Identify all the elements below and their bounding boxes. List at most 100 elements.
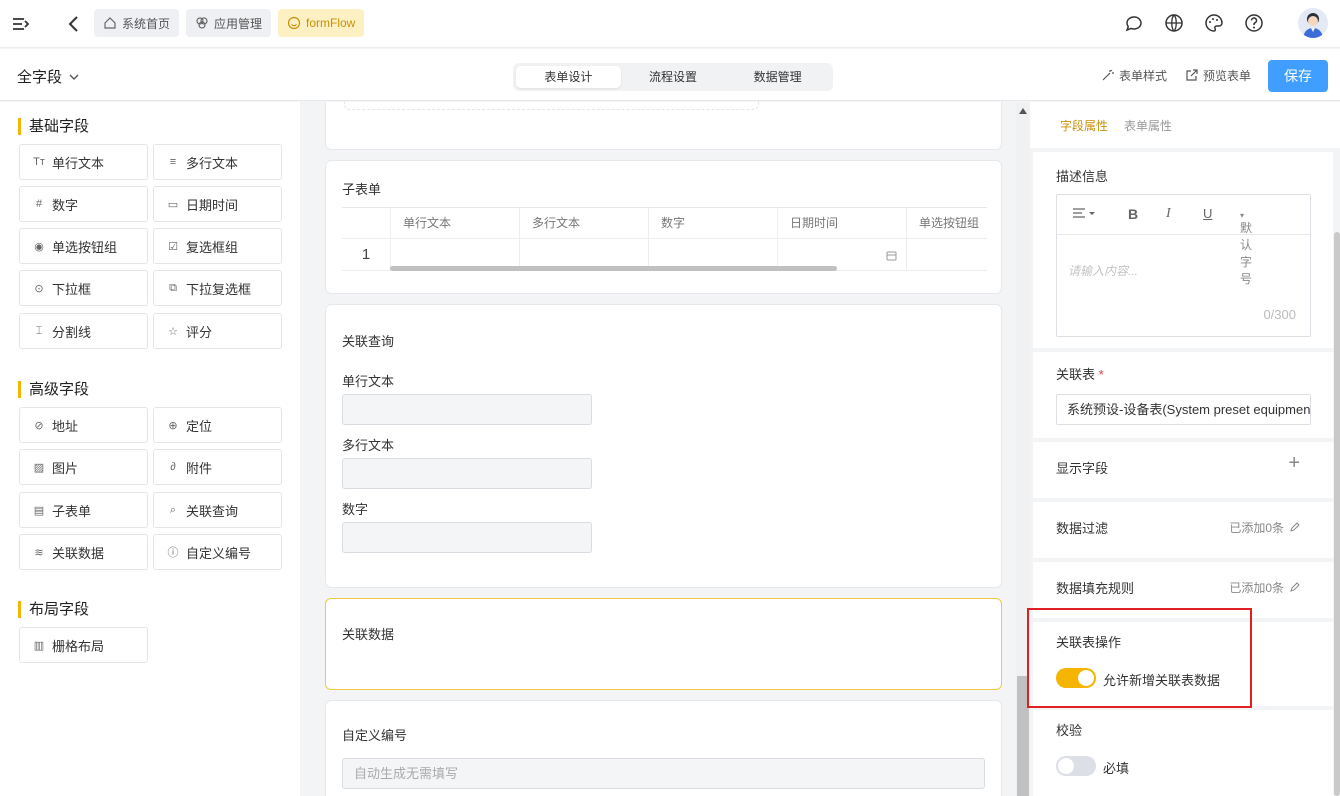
bold-icon[interactable]: B [1128, 206, 1138, 222]
nav-tab-apps-label: 应用管理 [214, 16, 263, 31]
required-toggle[interactable] [1056, 756, 1096, 776]
field-palette: 基础字段 Tт 单行文本 ≡ 多行文本 # 数字 ▭ 日期时间 ◉ 单选按钮组 ☑ 复选框组… [0, 102, 300, 796]
editor-placeholder[interactable]: 请输入内容... [1068, 262, 1138, 279]
align-icon[interactable] [1073, 207, 1095, 224]
nav-tab-apps[interactable]: 应用管理 [186, 9, 272, 37]
properties-scrollbar[interactable] [1334, 232, 1340, 796]
field-related-data[interactable]: ≋ 关联数据 [19, 534, 148, 570]
smile-icon [287, 16, 301, 30]
dropzone-placeholder [344, 102, 759, 110]
field-lookup[interactable]: ⌕ 关联查询 [153, 492, 282, 528]
field-multi-line-text[interactable]: ≡ 多行文本 [153, 144, 282, 180]
data-filter-section: 数据过滤 已添加0条 [1033, 502, 1333, 558]
lookup-field-input [342, 458, 592, 489]
table-cell[interactable] [906, 239, 987, 271]
table-header: 单行文本 [390, 208, 519, 239]
nav-tab-formflow-label: formFlow [306, 16, 356, 30]
field-divider[interactable]: ⌶ 分割线 [19, 313, 148, 349]
add-display-field-button[interactable]: + [1288, 452, 1300, 475]
lookup-card[interactable]: 关联查询 单行文本 多行文本 数字 [325, 304, 1002, 588]
field-multi-select[interactable]: ⧉ 下拉复选框 [153, 270, 282, 306]
lookup-field-label: 多行文本 [342, 438, 395, 453]
field-checkbox-group[interactable]: ☑ 复选框组 [153, 228, 282, 264]
nav-tab-home-label: 系统首页 [122, 16, 171, 31]
form-name-dropdown[interactable]: 全字段 [17, 66, 80, 87]
table-header: 多行文本 [519, 208, 648, 239]
field-label: 图片 [52, 460, 79, 476]
text-type-icon: Tт [33, 156, 45, 168]
tab-form-properties[interactable]: 表单属性 [1124, 117, 1172, 134]
hash-icon: # [35, 198, 43, 210]
preview-form-button[interactable]: 预览表单 [1185, 67, 1251, 84]
related-table-label: 关联表 [1056, 367, 1096, 382]
field-address[interactable]: ⊘ 地址 [19, 407, 148, 443]
related-data-title: 关联数据 [342, 627, 395, 642]
related-table-select[interactable]: 系统预设-设备表(System preset equipment) [1056, 394, 1311, 425]
tab-form-design[interactable]: 表单设计 [516, 66, 621, 88]
field-select[interactable]: ⊙ 下拉框 [19, 270, 148, 306]
field-location[interactable]: ⊕ 定位 [153, 407, 282, 443]
horizontal-scrollbar[interactable] [390, 266, 837, 271]
help-icon[interactable] [1243, 12, 1265, 34]
search-icon: ⌕ [169, 503, 177, 516]
grid-layout-icon: ▥ [33, 639, 45, 652]
globe-icon[interactable] [1163, 12, 1185, 34]
underline-icon[interactable]: U [1203, 206, 1212, 221]
field-attachment[interactable]: ∂ 附件 [153, 449, 282, 485]
multi-select-icon: ⧉ [169, 281, 177, 294]
palette-icon[interactable] [1203, 12, 1225, 34]
chat-icon[interactable] [1123, 12, 1145, 34]
form-canvas: 子表单 单行文本 多行文本 数字 日期时间 单选按钮组 1 关联查询 单行文本 … [313, 102, 1016, 796]
field-label: 日期时间 [186, 197, 239, 213]
field-rating[interactable]: ☆ 评分 [153, 313, 282, 349]
data-filter-edit[interactable]: 已添加0条 [1229, 519, 1300, 536]
scroll-up-icon[interactable] [1019, 108, 1027, 114]
custom-number-card[interactable]: 自定义编号 自动生成无需填写 [325, 700, 1002, 796]
italic-icon[interactable]: I [1166, 206, 1171, 222]
magic-wand-icon [1102, 69, 1114, 81]
custom-number-input: 自动生成无需填写 [342, 758, 985, 789]
tab-process-settings[interactable]: 流程设置 [621, 66, 726, 88]
table-icon: ▤ [33, 504, 45, 517]
table-header: 日期时间 [777, 208, 906, 239]
description-title: 描述信息 [1056, 169, 1109, 184]
preview-form-label: 预览表单 [1203, 69, 1252, 83]
lookup-field-label: 数字 [342, 502, 369, 517]
field-label: 关联查询 [186, 503, 239, 519]
back-arrow-icon[interactable] [64, 13, 84, 35]
form-field-card-top[interactable] [325, 102, 1002, 150]
field-single-line-text[interactable]: Tт 单行文本 [19, 144, 148, 180]
lookup-title: 关联查询 [342, 334, 395, 349]
required-mark: * [1098, 367, 1104, 382]
related-data-card[interactable]: 关联数据 [325, 598, 1002, 690]
save-button[interactable]: 保存 [1268, 60, 1328, 92]
form-style-button[interactable]: 表单样式 [1101, 67, 1167, 84]
fill-rules-edit[interactable]: 已添加0条 [1229, 579, 1300, 596]
field-label: 评分 [186, 324, 213, 340]
field-label: 下拉复选框 [186, 281, 252, 297]
user-avatar[interactable] [1298, 8, 1328, 38]
font-size-select[interactable]: 默认字号 ▾ [1240, 207, 1252, 286]
field-label: 数字 [52, 197, 79, 213]
field-datetime[interactable]: ▭ 日期时间 [153, 186, 282, 222]
subform-title: 子表单 [342, 182, 382, 197]
nav-tab-home[interactable]: 系统首页 [94, 9, 180, 37]
field-number[interactable]: # 数字 [19, 186, 148, 222]
field-label: 子表单 [52, 503, 92, 519]
field-grid-layout[interactable]: ▥ 栅格布局 [19, 627, 148, 663]
field-radio-group[interactable]: ◉ 单选按钮组 [19, 228, 148, 264]
field-image[interactable]: ▨ 图片 [19, 449, 148, 485]
properties-tabs: 字段属性 表单属性 [1030, 102, 1340, 148]
field-custom-number[interactable]: ⓘ 自定义编号 [153, 534, 282, 570]
menu-toggle-icon[interactable] [11, 14, 31, 34]
paperclip-icon: ∂ [170, 461, 176, 473]
field-label: 定位 [186, 418, 213, 434]
tab-data-management[interactable]: 数据管理 [725, 66, 830, 88]
external-link-icon [1186, 69, 1198, 81]
nav-tab-formflow[interactable]: formFlow [278, 9, 365, 37]
tab-field-properties[interactable]: 字段属性 [1060, 117, 1108, 134]
lookup-field-input [342, 394, 592, 425]
subform-card[interactable]: 子表单 单行文本 多行文本 数字 日期时间 单选按钮组 1 [325, 160, 1002, 294]
field-subform[interactable]: ▤ 子表单 [19, 492, 148, 528]
top-bar: 系统首页 应用管理 formFlow [0, 0, 1340, 48]
